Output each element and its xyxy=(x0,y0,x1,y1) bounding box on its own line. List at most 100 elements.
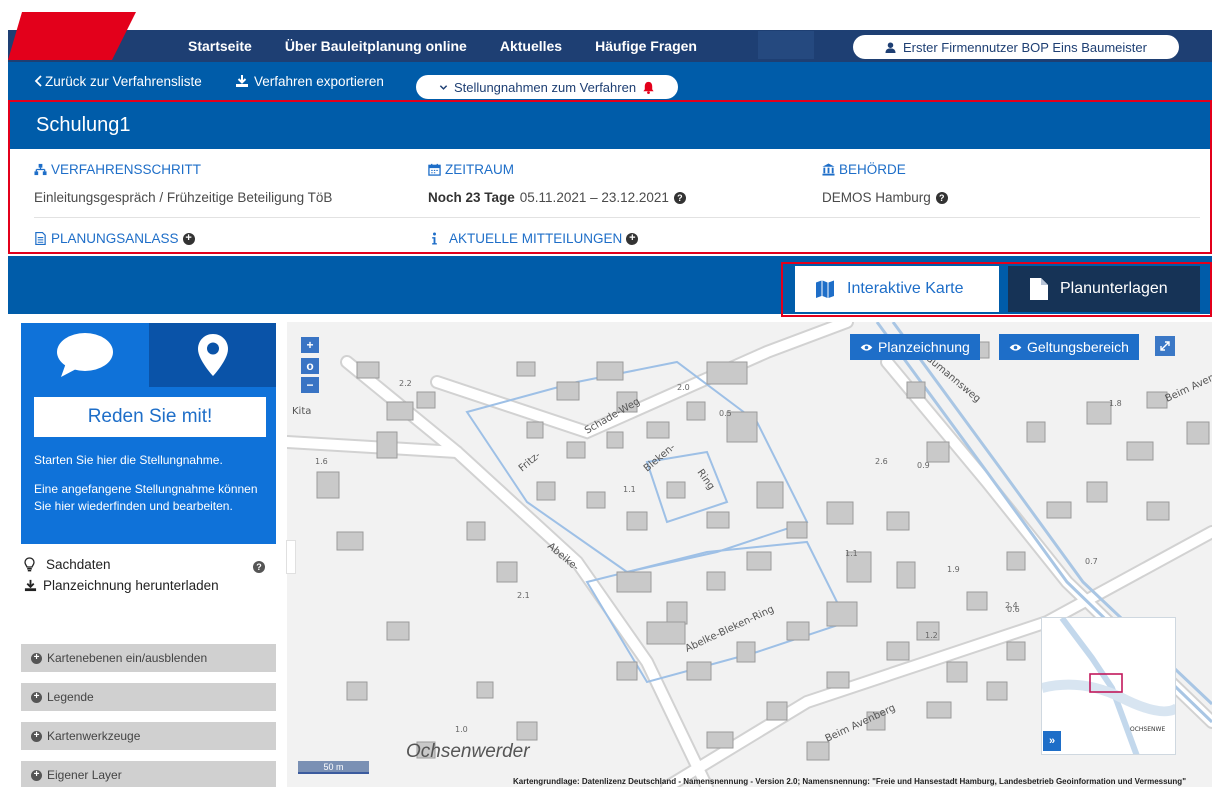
overview-toggle-button[interactable]: » xyxy=(1043,731,1061,751)
geltungsbereich-toggle[interactable]: Geltungsbereich xyxy=(999,334,1139,360)
accordion-own-layer-label: Eigener Layer xyxy=(47,768,122,782)
question-circle-icon[interactable]: ? xyxy=(253,561,265,573)
procedure-summary: Schulung1 VERFAHRENSSCHRITT Einleitungsg… xyxy=(8,100,1212,254)
logo[interactable] xyxy=(8,12,136,60)
lightbulb-icon xyxy=(24,557,35,572)
procedure-step-heading: VERFAHRENSSCHRITT xyxy=(34,162,201,177)
height-label: 1.2 xyxy=(925,631,938,640)
overview-map-canvas: OCHSENWE xyxy=(1042,618,1175,754)
accordion-map-layers-label: Kartenebenen ein/ausblenden xyxy=(47,651,208,665)
download-icon xyxy=(236,75,248,87)
period-dates: 05.11.2021 – 23.12.2021 xyxy=(519,190,669,205)
accordion-map-tools-label: Kartenwerkzeuge xyxy=(47,729,141,743)
height-label: 1.6 xyxy=(315,457,328,466)
tab-plan-documents-label: Planunterlagen xyxy=(1060,280,1168,297)
street-label: Beim Avenberg xyxy=(824,703,898,745)
map-marker-icon xyxy=(197,334,228,376)
height-label: 0.9 xyxy=(917,461,930,470)
tab-interactive-map[interactable]: Interaktive Karte xyxy=(795,266,999,312)
details-divider xyxy=(34,217,1200,218)
authority-name: DEMOS Hamburg xyxy=(822,190,931,205)
planzeichnung-label: Planzeichnung xyxy=(878,339,970,355)
height-label: 1.8 xyxy=(1109,399,1122,408)
street-label: Ring xyxy=(695,467,717,492)
geltungsbereich-label: Geltungsbereich xyxy=(1027,339,1129,355)
file-icon xyxy=(1030,278,1048,300)
accordion-legend[interactable]: + Legende xyxy=(21,683,276,711)
planning-reason-toggle[interactable]: PLANUNGSANLASS + xyxy=(34,231,195,246)
tab-plan-documents[interactable]: Planunterlagen xyxy=(1008,266,1200,312)
height-label: 1.9 xyxy=(947,565,960,574)
back-to-list-link[interactable]: Zurück zur Verfahrensliste xyxy=(32,62,202,100)
overview-map[interactable]: OCHSENWE xyxy=(1041,617,1176,755)
scale-bar: 50 m xyxy=(298,761,369,772)
sidebar-tab-location[interactable] xyxy=(149,323,276,387)
download-plan-link[interactable]: Planzeichnung herunterladen xyxy=(24,578,219,593)
height-label: 2.2 xyxy=(399,379,412,388)
nav-faq[interactable]: Häufige Fragen xyxy=(595,38,697,54)
street-label: Abelke-Bleken-Ring xyxy=(684,604,776,655)
expand-icon xyxy=(1160,341,1170,351)
top-navigation: Startseite Über Bauleitplanung online Ak… xyxy=(0,0,1212,62)
map-icon xyxy=(816,280,834,298)
nav-news[interactable]: Aktuelles xyxy=(500,38,562,54)
plus-circle-icon: + xyxy=(31,691,42,703)
nav-placeholder-block xyxy=(758,31,814,59)
height-label: 1.0 xyxy=(455,725,468,734)
accordion-legend-label: Legende xyxy=(47,690,94,704)
plus-circle-icon: + xyxy=(182,232,195,245)
back-to-list-label: Zurück zur Verfahrensliste xyxy=(45,73,202,89)
plus-circle-icon: + xyxy=(31,730,42,742)
street-label: Kita xyxy=(292,406,311,417)
statements-dropdown-button[interactable]: Stellungnahmen zum Verfahren xyxy=(416,75,678,99)
height-label: 2.0 xyxy=(677,383,690,392)
accordion-map-tools[interactable]: + Kartenwerkzeuge xyxy=(21,722,276,750)
height-label: 0.6 xyxy=(1007,605,1020,614)
accordion-own-layer[interactable]: + Eigener Layer xyxy=(21,761,276,787)
procedure-step-label: VERFAHRENSSCHRITT xyxy=(51,162,202,177)
eye-icon xyxy=(860,343,873,351)
map-place-label: Ochsenwerder xyxy=(406,741,530,762)
user-icon xyxy=(885,41,896,53)
export-procedure-label: Verfahren exportieren xyxy=(254,73,384,89)
comment-icon xyxy=(57,333,113,377)
height-label: 2.1 xyxy=(517,591,530,600)
authority-heading: BEHÖRDE xyxy=(822,162,906,177)
zoom-in-button[interactable]: + xyxy=(301,337,319,353)
start-statement-button[interactable]: Reden Sie mit! xyxy=(34,397,266,437)
authority-value: DEMOS Hamburg ? xyxy=(822,190,948,205)
question-circle-icon[interactable]: ? xyxy=(673,191,686,204)
eye-icon xyxy=(1009,343,1022,351)
institution-icon xyxy=(822,163,835,176)
zoom-reset-button[interactable]: o xyxy=(301,358,319,374)
news-toggle[interactable]: AKTUELLE MITTEILUNGEN + xyxy=(428,231,639,246)
facts-link[interactable]: Sachdaten xyxy=(24,557,111,572)
planzeichnung-toggle[interactable]: Planzeichnung xyxy=(850,334,980,360)
period-label: ZEITRAUM xyxy=(445,162,514,177)
zoom-out-button[interactable]: − xyxy=(301,377,319,393)
sidebar-tab-comment[interactable] xyxy=(21,323,149,387)
resume-statement-text: Eine angefangene Stellungnahme können Si… xyxy=(34,482,258,513)
user-menu-button[interactable]: Erster Firmennutzer BOP Eins Baumeister xyxy=(853,35,1179,59)
chevron-left-icon xyxy=(34,75,42,87)
nav-home[interactable]: Startseite xyxy=(188,38,252,54)
export-procedure-link[interactable]: Verfahren exportieren xyxy=(235,62,384,100)
file-text-icon xyxy=(35,232,46,245)
nav-about[interactable]: Über Bauleitplanung online xyxy=(285,38,467,54)
statements-label: Stellungnahmen zum Verfahren xyxy=(453,79,637,95)
download-icon xyxy=(24,579,37,592)
period-value: Noch 23 Tage 05.11.2021 – 23.12.2021 ? xyxy=(428,190,686,205)
height-label: 0.5 xyxy=(719,409,732,418)
info-icon xyxy=(432,232,437,245)
fullscreen-button[interactable] xyxy=(1155,336,1175,356)
question-circle-icon[interactable]: ? xyxy=(935,191,948,204)
sidebar-collapse-handle[interactable] xyxy=(286,540,296,574)
planning-reason-label: PLANUNGSANLASS xyxy=(51,231,179,246)
height-label: 2.6 xyxy=(875,457,888,466)
user-name: Erster Firmennutzer BOP Eins Baumeister xyxy=(903,39,1147,55)
tab-interactive-map-label: Interaktive Karte xyxy=(847,280,964,297)
scale-bar-line xyxy=(298,772,369,774)
chevron-down-icon xyxy=(439,84,448,90)
period-remaining: Noch 23 Tage xyxy=(428,190,515,205)
accordion-map-layers[interactable]: + Kartenebenen ein/ausblenden xyxy=(21,644,276,672)
